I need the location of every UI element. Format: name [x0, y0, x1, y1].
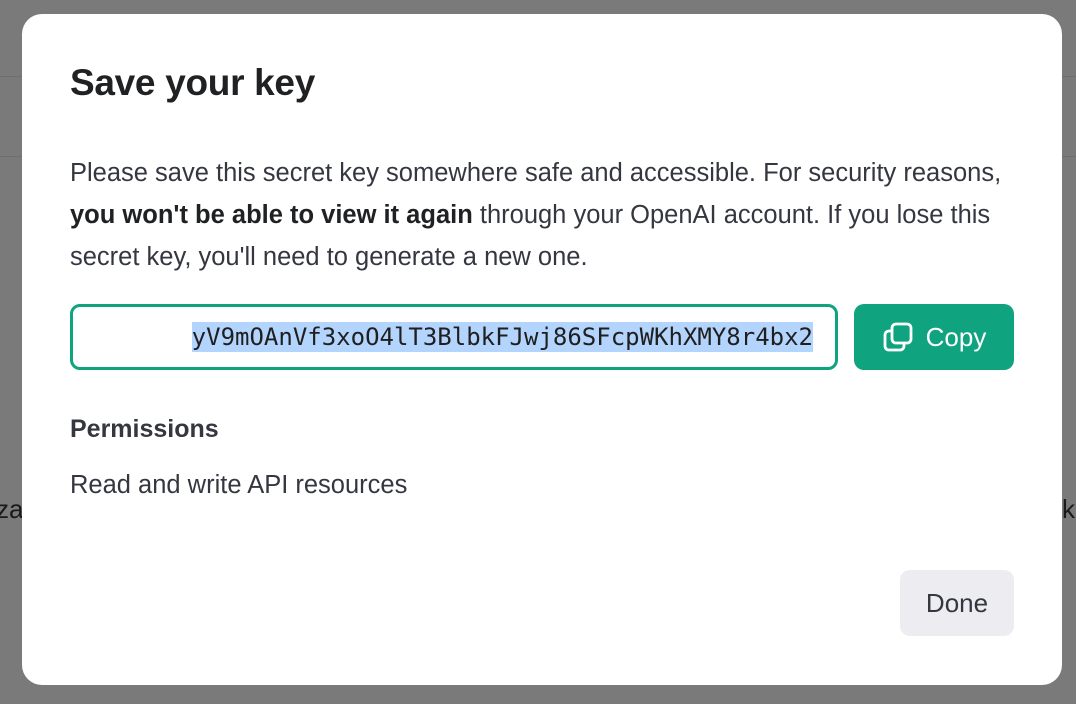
background-text-fragment: za — [0, 494, 24, 524]
done-button[interactable]: Done — [900, 570, 1014, 636]
background-text-fragment: ki — [1062, 494, 1076, 524]
secret-key-value[interactable]: yV9mOAnVf3xoO4lT3BlbkFJwj86SFcpWKhXMY8r4… — [191, 322, 813, 352]
description-emphasis: you won't be able to view it again — [70, 201, 473, 229]
copy-button[interactable]: Copy — [854, 304, 1014, 370]
dialog-description: Please save this secret key somewhere sa… — [70, 152, 1020, 278]
copy-button-label: Copy — [925, 321, 987, 352]
dialog-title: Save your key — [70, 62, 315, 103]
permissions-heading: Permissions — [70, 415, 219, 443]
copy-icon — [883, 322, 913, 352]
secret-key-field[interactable]: yV9mOAnVf3xoO4lT3BlbkFJwj86SFcpWKhXMY8r4… — [70, 304, 838, 370]
description-text: Please save this secret key somewhere sa… — [70, 159, 1002, 187]
save-key-dialog: Save your key Please save this secret ke… — [22, 14, 1062, 685]
permissions-value: Read and write API resources — [70, 471, 408, 499]
